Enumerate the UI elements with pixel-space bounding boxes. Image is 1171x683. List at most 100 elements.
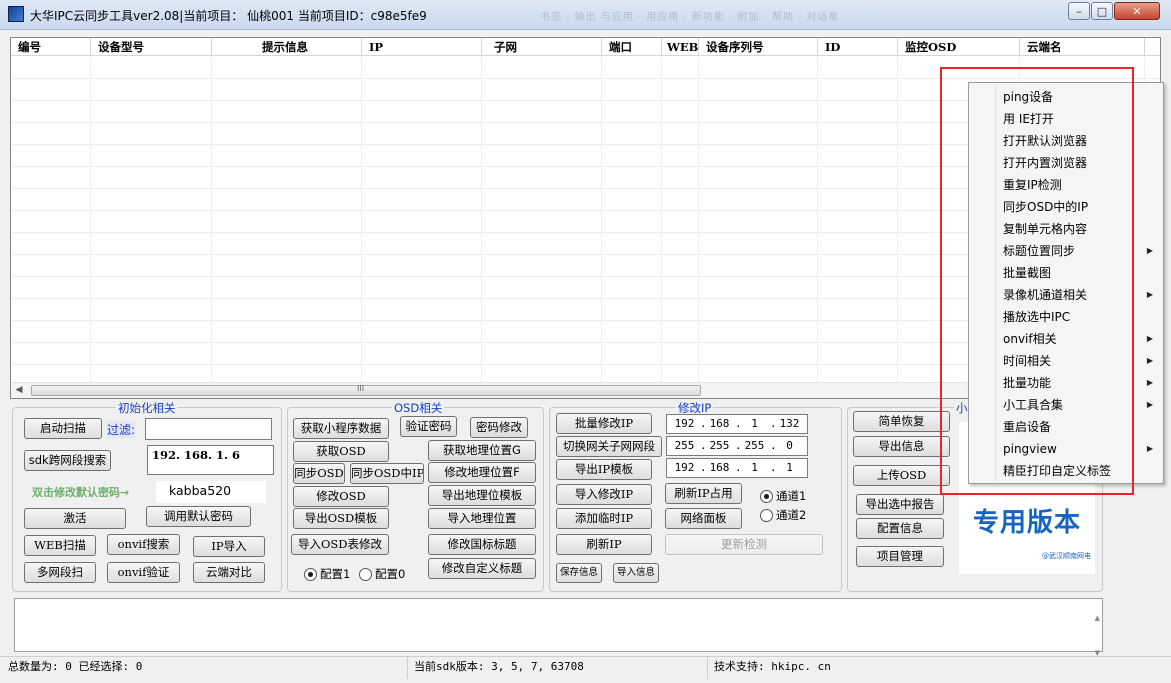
filter-input[interactable] bbox=[145, 418, 272, 440]
sync-osd-button[interactable]: 同步OSD bbox=[293, 463, 345, 484]
table-cell[interactable] bbox=[602, 79, 662, 101]
table-cell[interactable] bbox=[662, 57, 699, 79]
table-cell[interactable] bbox=[818, 189, 898, 211]
import-location-button[interactable]: 导入地理位置 bbox=[428, 508, 536, 529]
column-header[interactable]: 提示信息 bbox=[212, 38, 362, 56]
column-header[interactable]: 设备序列号 bbox=[699, 38, 818, 56]
table-cell[interactable] bbox=[91, 299, 212, 321]
table-cell[interactable] bbox=[11, 321, 91, 343]
refresh-ip-button[interactable]: 刷新IP bbox=[556, 534, 652, 555]
table-cell[interactable] bbox=[91, 233, 212, 255]
ip-address-field[interactable]: 192 168 1 132 bbox=[666, 414, 808, 434]
table-cell[interactable] bbox=[602, 343, 662, 365]
default-password-field[interactable]: kabba520 bbox=[155, 480, 267, 504]
ip-input[interactable]: 192. 168. 1. 6 bbox=[147, 445, 274, 475]
table-cell[interactable] bbox=[699, 255, 818, 277]
context-menu-item[interactable]: 录像机通道相关 ▶ bbox=[971, 284, 1161, 306]
verify-password-button[interactable]: 验证密码 bbox=[400, 416, 457, 437]
table-cell[interactable] bbox=[11, 123, 91, 145]
table-cell[interactable] bbox=[662, 145, 699, 167]
table-cell[interactable] bbox=[818, 321, 898, 343]
table-cell[interactable] bbox=[91, 167, 212, 189]
table-cell[interactable] bbox=[212, 57, 362, 79]
table-cell[interactable] bbox=[11, 167, 91, 189]
table-cell[interactable] bbox=[91, 145, 212, 167]
table-cell[interactable] bbox=[602, 211, 662, 233]
table-cell[interactable] bbox=[212, 123, 362, 145]
table-cell[interactable] bbox=[662, 299, 699, 321]
close-button[interactable]: ✕ bbox=[1114, 2, 1160, 20]
table-cell[interactable] bbox=[362, 123, 482, 145]
table-cell[interactable] bbox=[602, 277, 662, 299]
table-cell[interactable] bbox=[11, 233, 91, 255]
table-cell[interactable] bbox=[362, 79, 482, 101]
column-header[interactable]: ID bbox=[818, 38, 898, 56]
table-cell[interactable] bbox=[818, 57, 898, 79]
table-cell[interactable] bbox=[91, 123, 212, 145]
table-cell[interactable] bbox=[362, 255, 482, 277]
table-cell[interactable] bbox=[362, 167, 482, 189]
table-cell[interactable] bbox=[362, 101, 482, 123]
modify-gb-title-button[interactable]: 修改国标标题 bbox=[428, 534, 536, 555]
context-menu-item[interactable]: 打开内置浏览器 bbox=[971, 152, 1161, 174]
refresh-ip-usage-button[interactable]: 刷新IP占用 bbox=[665, 483, 742, 504]
table-cell[interactable] bbox=[482, 57, 602, 79]
column-header[interactable]: 设备型号 bbox=[91, 38, 212, 56]
export-osd-template-button[interactable]: 导出OSD模板 bbox=[293, 508, 389, 529]
context-menu-item[interactable]: 时间相关 ▶ bbox=[971, 350, 1161, 372]
table-cell[interactable] bbox=[91, 321, 212, 343]
table-cell[interactable] bbox=[482, 233, 602, 255]
table-cell[interactable] bbox=[602, 299, 662, 321]
default-password-button[interactable]: 调用默认密码 bbox=[146, 506, 251, 527]
table-cell[interactable] bbox=[212, 189, 362, 211]
table-cell[interactable] bbox=[662, 79, 699, 101]
table-cell[interactable] bbox=[212, 365, 362, 382]
table-cell[interactable] bbox=[91, 277, 212, 299]
config1-radio[interactable]: 配置1 bbox=[304, 566, 350, 582]
table-cell[interactable] bbox=[212, 255, 362, 277]
table-cell[interactable] bbox=[91, 101, 212, 123]
add-temp-ip-button[interactable]: 添加临时IP bbox=[556, 508, 652, 529]
import-osd-table-button[interactable]: 导入OSD表修改 bbox=[291, 534, 389, 555]
table-cell[interactable] bbox=[91, 343, 212, 365]
table-cell[interactable] bbox=[362, 145, 482, 167]
table-cell[interactable] bbox=[662, 167, 699, 189]
modify-location-button[interactable]: 修改地理位置F bbox=[428, 462, 536, 483]
context-menu-item[interactable]: ping设备 bbox=[971, 86, 1161, 108]
table-cell[interactable] bbox=[602, 189, 662, 211]
upload-osd-button[interactable]: 上传OSD bbox=[853, 465, 950, 486]
table-cell[interactable] bbox=[699, 365, 818, 382]
table-cell[interactable] bbox=[699, 101, 818, 123]
column-header[interactable]: 编号 bbox=[11, 38, 91, 56]
table-cell[interactable] bbox=[91, 189, 212, 211]
network-panel-button[interactable]: 网络面板 bbox=[665, 508, 742, 529]
export-selected-report-button[interactable]: 导出选中报告 bbox=[856, 494, 944, 515]
table-cell[interactable] bbox=[818, 211, 898, 233]
context-menu-item[interactable]: 标题位置同步 ▶ bbox=[971, 240, 1161, 262]
table-cell[interactable] bbox=[699, 145, 818, 167]
table-cell[interactable] bbox=[699, 321, 818, 343]
table-cell[interactable] bbox=[362, 233, 482, 255]
table-cell[interactable] bbox=[699, 189, 818, 211]
column-header[interactable]: 子网 bbox=[482, 38, 602, 56]
table-cell[interactable] bbox=[818, 167, 898, 189]
table-cell[interactable] bbox=[699, 57, 818, 79]
web-scan-button[interactable]: WEB扫描 bbox=[24, 535, 96, 556]
table-cell[interactable] bbox=[662, 189, 699, 211]
column-header[interactable]: IP bbox=[362, 38, 482, 56]
table-cell[interactable] bbox=[362, 299, 482, 321]
table-cell[interactable] bbox=[482, 365, 602, 382]
table-cell[interactable] bbox=[699, 211, 818, 233]
context-menu-item[interactable]: 复制单元格内容 bbox=[971, 218, 1161, 240]
get-mini-program-data-button[interactable]: 获取小程序数据 bbox=[293, 418, 389, 439]
table-cell[interactable] bbox=[11, 277, 91, 299]
table-cell[interactable] bbox=[362, 343, 482, 365]
table-cell[interactable] bbox=[11, 299, 91, 321]
table-cell[interactable] bbox=[11, 189, 91, 211]
table-cell[interactable] bbox=[602, 101, 662, 123]
switch-gateway-button[interactable]: 切换网关子网网段 bbox=[556, 436, 662, 457]
context-menu-item[interactable]: 精臣打印自定义标签 bbox=[971, 460, 1161, 482]
table-cell[interactable] bbox=[212, 321, 362, 343]
table-cell[interactable] bbox=[212, 233, 362, 255]
context-menu-item[interactable]: 用 IE打开 bbox=[971, 108, 1161, 130]
